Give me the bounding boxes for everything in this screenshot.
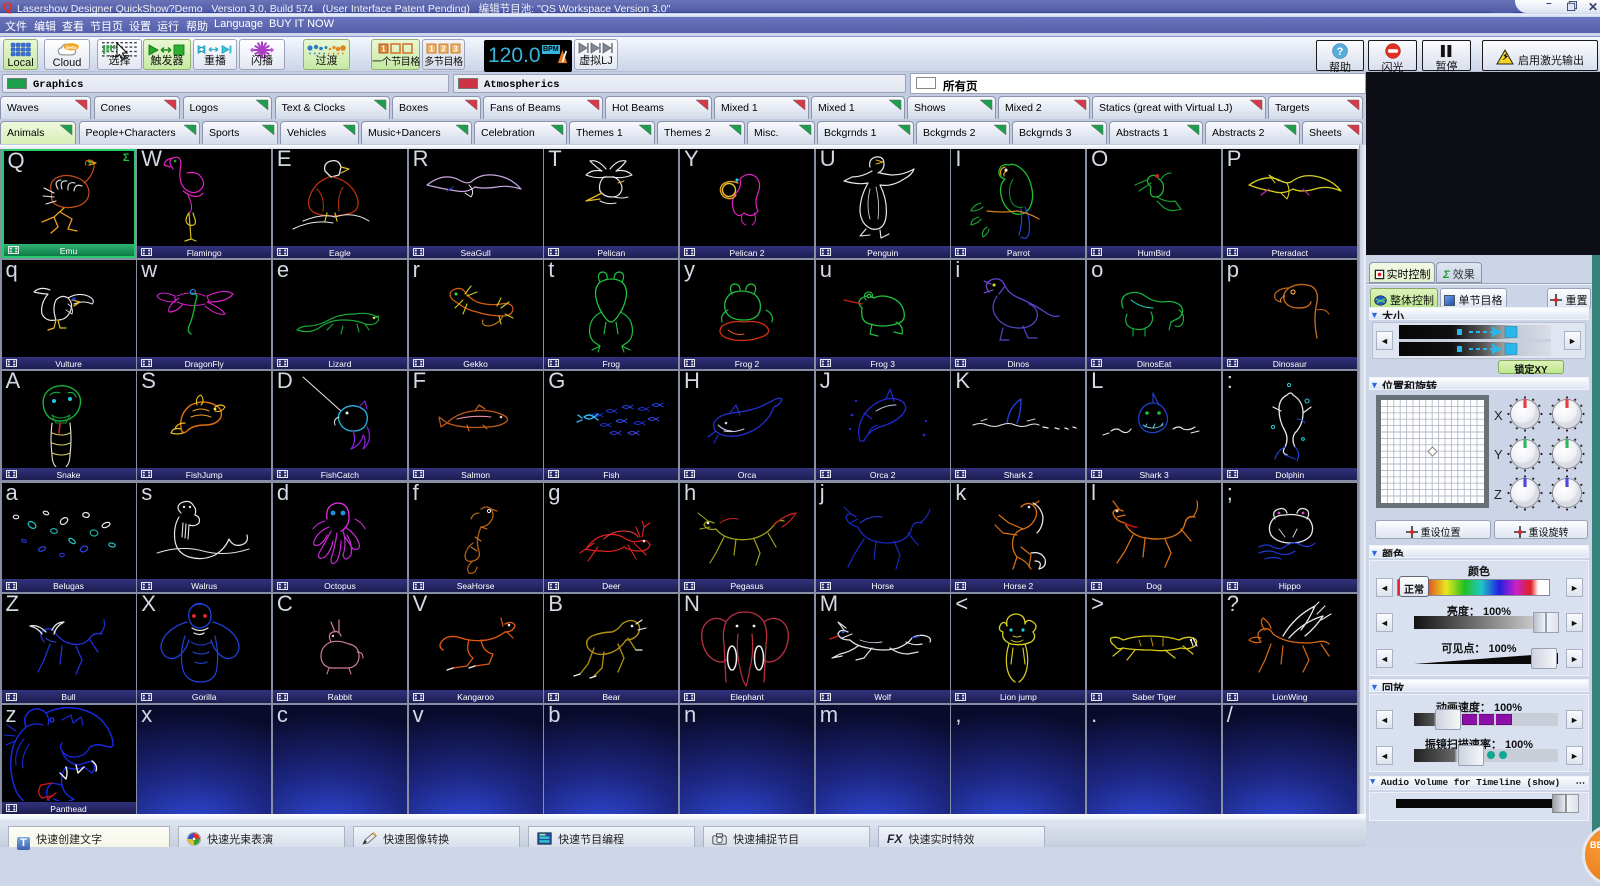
svg-text:?: ?: [1337, 46, 1344, 58]
svg-text:beta: beta: [66, 45, 76, 51]
